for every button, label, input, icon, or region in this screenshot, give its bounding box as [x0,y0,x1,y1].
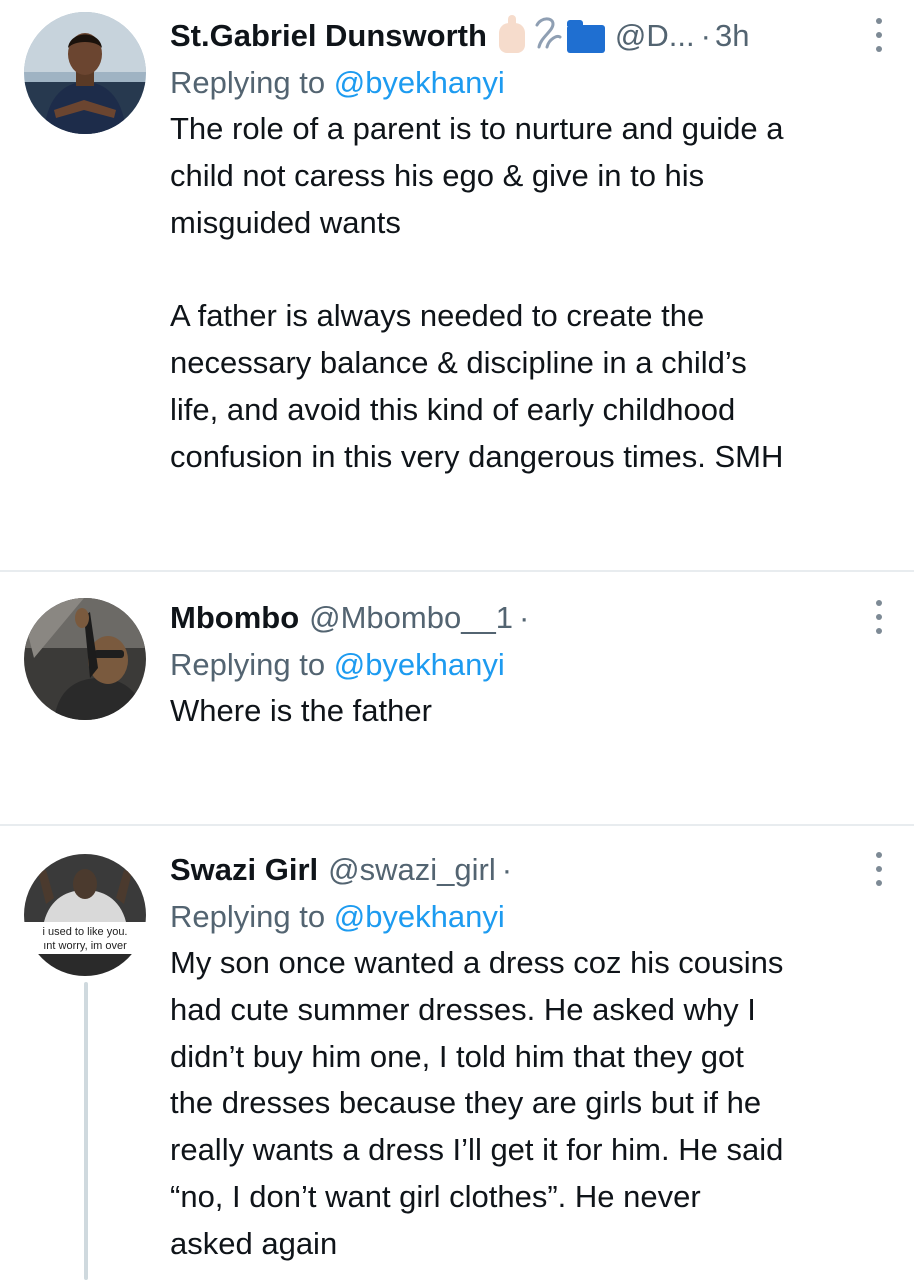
tweet[interactable]: Mbombo @Mbombo__1 · Replying to @byekhan… [0,572,914,824]
tweet-text-line: Where is the father [170,693,432,728]
user-photo-icon [24,12,146,134]
separator-dot: · [700,18,711,53]
tweet-text-line: didn’t buy him one, I told him that they… [170,1038,744,1074]
user-handle[interactable]: @Mbombo__1 [309,600,513,636]
avatar[interactable] [24,12,146,134]
thread-line [84,982,88,1280]
tweet-text-line: A father is always needed to create the [170,298,705,334]
tweet-text-line: confusion in this very dangerous times. … [170,438,784,474]
meme-caption-line: i used to like you. [42,926,128,938]
separator-dot: · [518,600,530,635]
more-vertical-icon[interactable] [872,18,886,52]
separator-dot: · [501,852,513,887]
mention-link[interactable]: @byekhanyi [334,647,505,682]
tweet-text-line: the dresses because they are girls but i… [170,1085,762,1121]
meme-caption-line: ınt worry, im over [43,940,127,952]
display-name[interactable]: Mbombo [170,600,299,636]
display-name[interactable]: Swazi Girl [170,852,318,888]
mention-link[interactable]: @byekhanyi [334,65,505,100]
more-vertical-icon[interactable] [872,600,886,634]
user-handle[interactable]: @D... [615,18,695,54]
tweet-text-line: My son once wanted a dress coz his cousi… [170,945,784,980]
tweet-text-line: had cute summer dresses. He asked why I [170,991,756,1027]
tweet-text-line: “no, I don’t want girl clothes”. He neve… [170,1178,701,1214]
replying-prefix: Replying to [170,647,334,682]
tweet[interactable]: St.Gabriel Dunsworth @D... · 3h Replying… [0,0,914,570]
replying-prefix: Replying to [170,899,334,934]
folder-emoji-icon [566,20,605,53]
avatar[interactable] [24,598,146,720]
mention-link[interactable]: @byekhanyi [334,899,505,934]
hook-symbol-icon [533,15,563,58]
tweet-text-line: misguided wants [170,204,401,240]
tweet-text: The role of a parent is to nurture and g… [170,106,894,480]
tweet[interactable]: i used to like you. ınt worry, im over S… [0,826,914,1280]
user-photo-icon [24,598,146,720]
timestamp[interactable]: 3h [715,18,749,54]
more-vertical-icon[interactable] [872,852,886,886]
tweet-text-line: child not caress his ego & give in to hi… [170,157,705,193]
replying-to: Replying to @byekhanyi [170,60,894,106]
tweet-text-line: The role of a parent is to nurture and g… [170,111,784,146]
tweet-body: Mbombo @Mbombo__1 · Replying to @byekhan… [170,594,894,735]
tweet-text: Where is the father [170,688,894,735]
tweet-header: Mbombo @Mbombo__1 · [170,594,894,642]
display-name[interactable]: St.Gabriel Dunsworth [170,18,487,54]
tweet-body: St.Gabriel Dunsworth @D... · 3h Replying… [170,12,894,480]
user-handle[interactable]: @swazi_girl [328,852,496,888]
tweet-text-line: life, and avoid this kind of early child… [170,391,736,427]
raised-finger-emoji-icon [498,15,525,53]
tweet-text-line: necessary balance & discipline in a chil… [170,344,747,380]
tweet-text-line: asked again [170,1225,338,1261]
avatar[interactable]: i used to like you. ınt worry, im over [24,854,146,976]
tweet-text: My son once wanted a dress coz his cousi… [170,940,894,1268]
tweet-body: Swazi Girl @swazi_girl · Replying to @by… [170,846,894,1268]
meme-photo-icon [24,854,146,976]
tweet-header: St.Gabriel Dunsworth @D... · 3h [170,12,894,60]
tweet-text-line: really wants a dress I’ll get it for him… [170,1132,784,1168]
tweet-feed: St.Gabriel Dunsworth @D... · 3h Replying… [0,0,914,1280]
replying-prefix: Replying to [170,65,334,100]
tweet-header: Swazi Girl @swazi_girl · [170,846,894,894]
replying-to: Replying to @byekhanyi [170,642,894,688]
replying-to: Replying to @byekhanyi [170,894,894,940]
